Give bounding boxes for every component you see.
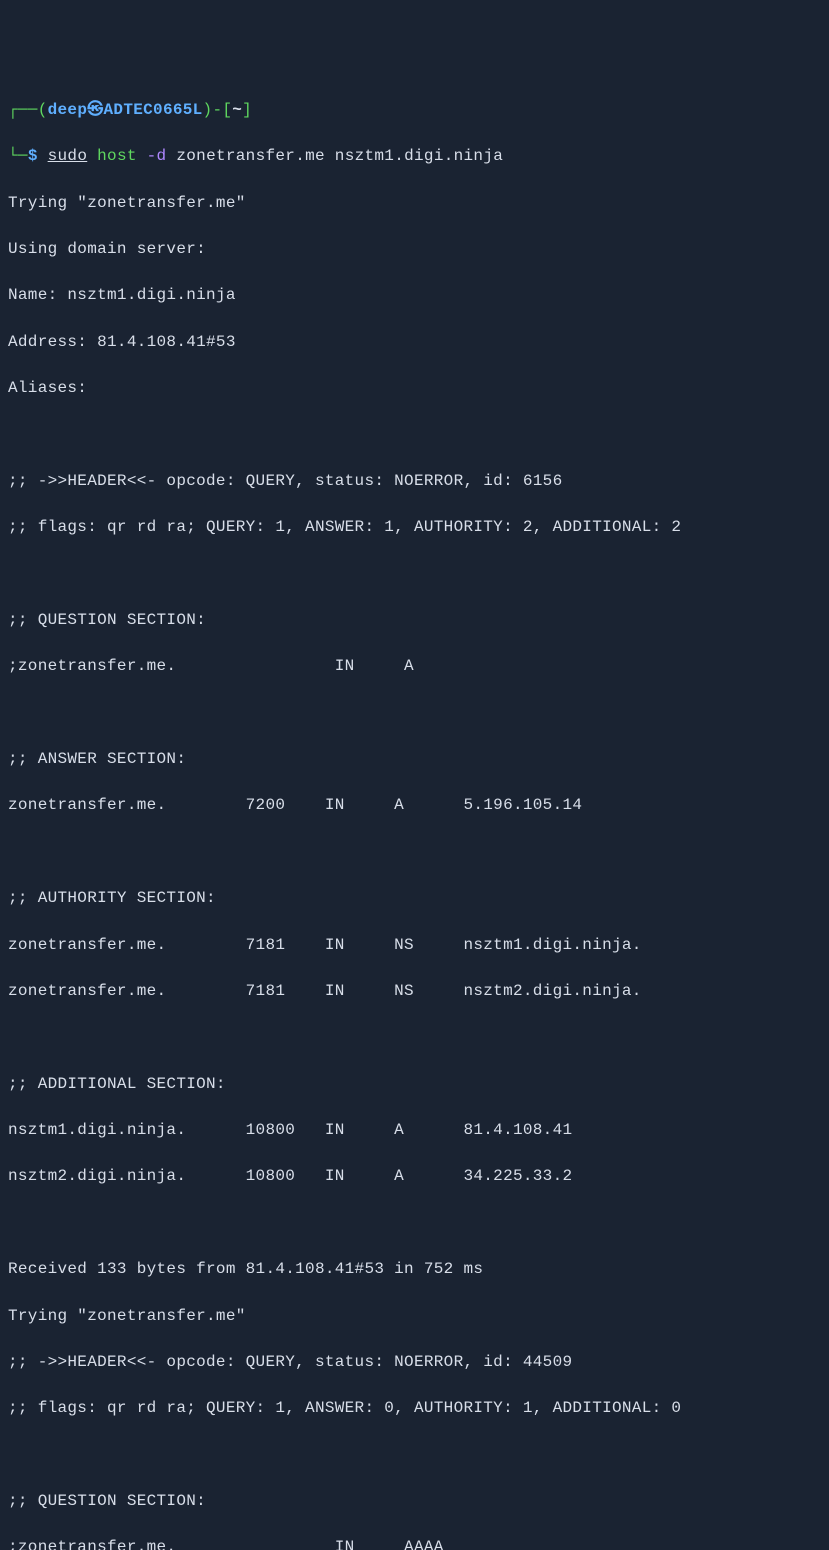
- output-name: Name: nsztm1.digi.ninja: [8, 284, 821, 307]
- prompt-at: ㉿: [87, 101, 103, 119]
- output-question-1: ;zonetransfer.me. IN A: [8, 655, 821, 678]
- output-trying-1: Trying "zonetransfer.me": [8, 192, 821, 215]
- output-blank: [8, 1444, 821, 1467]
- output-blank: [8, 841, 821, 864]
- output-using-domain: Using domain server:: [8, 238, 821, 261]
- prompt-line-1: ┌──(deep㉿ADTEC0665L)-[~]: [8, 99, 821, 122]
- output-question-header-2: ;; QUESTION SECTION:: [8, 1490, 821, 1513]
- output-blank: [8, 702, 821, 725]
- command-args: zonetransfer.me nsztm1.digi.ninja: [176, 147, 503, 165]
- output-blank: [8, 1026, 821, 1049]
- prompt-close: ): [203, 101, 213, 119]
- output-answer-1: zonetransfer.me. 7200 IN A 5.196.105.14: [8, 794, 821, 817]
- prompt-user: deep: [48, 101, 88, 119]
- prompt-host: ADTEC0665L: [104, 101, 203, 119]
- output-additional-header: ;; ADDITIONAL SECTION:: [8, 1073, 821, 1096]
- output-answer-header: ;; ANSWER SECTION:: [8, 748, 821, 771]
- prompt-path: ~: [232, 101, 242, 119]
- prompt-dollar: $: [28, 147, 38, 165]
- output-flags-1: ;; flags: qr rd ra; QUERY: 1, ANSWER: 1,…: [8, 516, 821, 539]
- output-header-2: ;; ->>HEADER<<- opcode: QUERY, status: N…: [8, 1351, 821, 1374]
- output-authority-1: zonetransfer.me. 7181 IN NS nsztm1.digi.…: [8, 934, 821, 957]
- output-additional-1: nsztm1.digi.ninja. 10800 IN A 81.4.108.4…: [8, 1119, 821, 1142]
- output-blank: [8, 1212, 821, 1235]
- output-flags-2: ;; flags: qr rd ra; QUERY: 1, ANSWER: 0,…: [8, 1397, 821, 1420]
- prompt-corner-bottom: └─: [8, 147, 28, 165]
- output-trying-2: Trying "zonetransfer.me": [8, 1305, 821, 1328]
- output-address: Address: 81.4.108.41#53: [8, 331, 821, 354]
- output-authority-header: ;; AUTHORITY SECTION:: [8, 887, 821, 910]
- output-authority-2: zonetransfer.me. 7181 IN NS nsztm2.digi.…: [8, 980, 821, 1003]
- output-additional-2: nsztm2.digi.ninja. 10800 IN A 34.225.33.…: [8, 1165, 821, 1188]
- output-question-header-1: ;; QUESTION SECTION:: [8, 609, 821, 632]
- output-blank: [8, 423, 821, 446]
- prompt-path-close: ]: [242, 101, 252, 119]
- command-sudo: sudo: [48, 147, 88, 165]
- prompt-line-2[interactable]: └─$ sudo host -d zonetransfer.me nsztm1.…: [8, 145, 821, 168]
- output-blank: [8, 563, 821, 586]
- prompt-path-open: [: [222, 101, 232, 119]
- prompt-dash: -: [212, 101, 222, 119]
- output-received: Received 133 bytes from 81.4.108.41#53 i…: [8, 1258, 821, 1281]
- prompt-corner-top: ┌──(: [8, 101, 48, 119]
- output-aliases: Aliases:: [8, 377, 821, 400]
- command-host: host: [97, 147, 137, 165]
- command-flag: -d: [147, 147, 167, 165]
- output-question-2: ;zonetransfer.me. IN AAAA: [8, 1536, 821, 1550]
- output-header-1: ;; ->>HEADER<<- opcode: QUERY, status: N…: [8, 470, 821, 493]
